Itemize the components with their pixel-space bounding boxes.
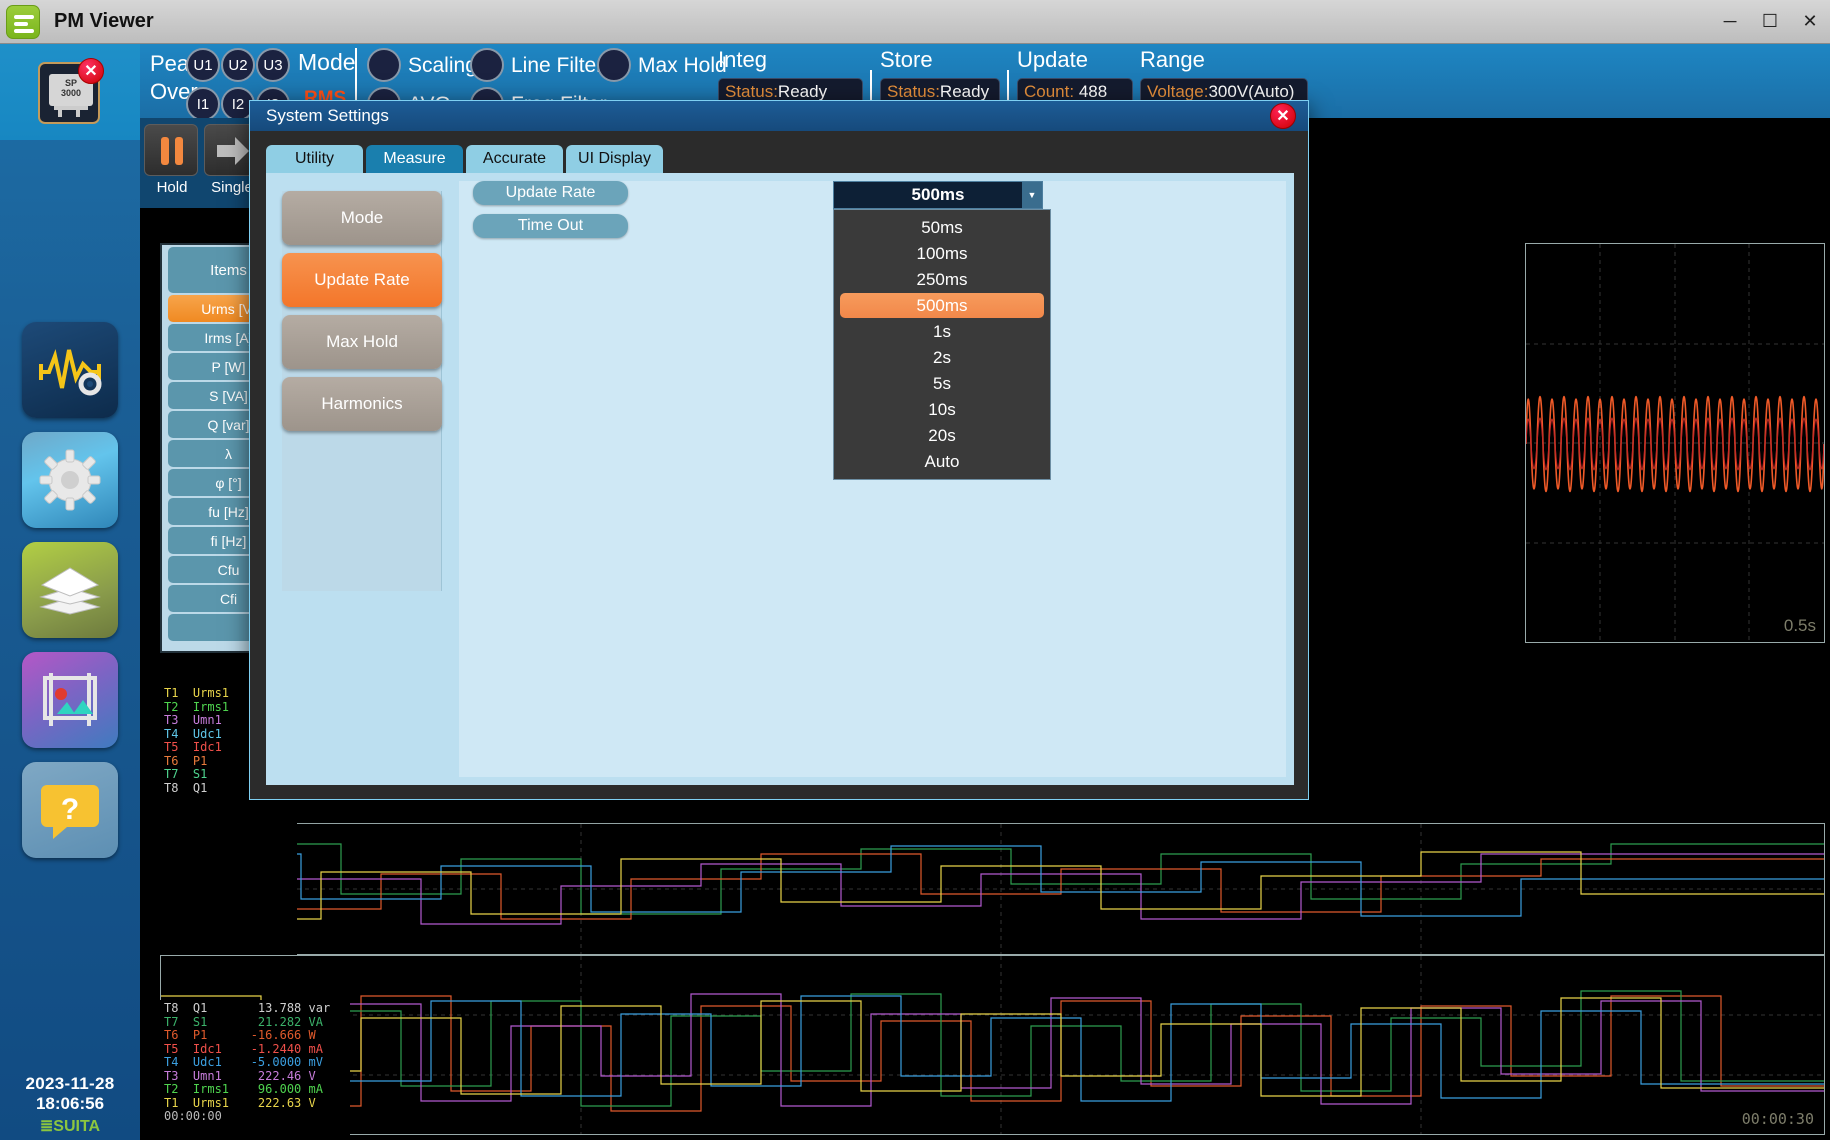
left-sidebar: SP3000 ✕ — [0, 44, 140, 1140]
dropdown-option[interactable]: 500ms — [840, 293, 1044, 318]
dropdown-option[interactable]: 10s — [840, 397, 1044, 422]
clock-time: 18:06:56 — [0, 1094, 140, 1114]
trace-readout-row: T5 Idc1 -1.2440 mA — [164, 1043, 350, 1057]
device-icon: SP3000 ✕ — [38, 62, 100, 124]
channel-chip-u2[interactable]: U2 — [221, 48, 255, 82]
group-title-range: Range — [1140, 47, 1205, 73]
dropdown-option[interactable]: 2s — [840, 345, 1044, 370]
maximize-button[interactable]: ☐ — [1750, 0, 1790, 44]
store-status-value: Ready — [940, 82, 989, 101]
mid-graph-time-label: 00:00:00 — [164, 1110, 350, 1124]
tab-measure[interactable]: Measure — [366, 145, 463, 173]
tab-ui-display[interactable]: UI Display — [566, 145, 663, 173]
device-tile[interactable]: SP3000 ✕ — [0, 44, 140, 140]
tab-accurate[interactable]: Accurate — [466, 145, 563, 173]
mode-title: Mode — [298, 49, 356, 76]
trend-graph-bottom[interactable]: 00:00:30 — [160, 955, 1825, 1135]
range-voltage-value: 300V(Auto) — [1208, 82, 1294, 101]
svg-text:?: ? — [61, 793, 79, 826]
help-icon[interactable]: ? — [22, 762, 118, 858]
gear-icon[interactable] — [22, 432, 118, 528]
dropdown-option[interactable]: 5s — [840, 371, 1044, 396]
chevron-down-icon[interactable]: ▼ — [1022, 182, 1042, 208]
right-graph-scale-label: 0.5s — [1784, 616, 1816, 636]
bottom-graph-time-label: 00:00:30 — [1742, 1110, 1814, 1128]
close-icon[interactable]: ✕ — [1270, 103, 1296, 129]
menu-item-max-hold[interactable]: Max Hold — [282, 315, 442, 369]
clock: 2023-11-28 18:06:56 ≣SUITA — [0, 1074, 140, 1136]
close-button[interactable]: ✕ — [1790, 0, 1830, 44]
device-name-line2: 3000 — [61, 88, 81, 98]
update-rate-dropdown-list[interactable]: 50ms100ms250ms500ms1s2s5s10s20sAuto — [833, 209, 1051, 480]
update-count-key: Count: — [1024, 82, 1074, 101]
dropdown-option[interactable]: 1s — [840, 319, 1044, 344]
update-rate-combobox-value: 500ms — [912, 185, 965, 205]
dialog-menu-column: Mode Update Rate Max Hold Harmonics — [282, 191, 442, 591]
trace-readout-row: T4 Udc1 -5.0000 mV — [164, 1056, 350, 1070]
group-title-integ: Integ — [718, 47, 767, 73]
menu-item-mode[interactable]: Mode — [282, 191, 442, 245]
range-voltage-key: Voltage: — [1147, 82, 1208, 101]
store-status-key: Status: — [887, 82, 940, 101]
tab-utility[interactable]: Utility — [266, 145, 363, 173]
channel-chip-i1[interactable]: I1 — [186, 87, 220, 121]
dialog-titlebar: System Settings ✕ — [250, 101, 1308, 131]
menu-item-update-rate[interactable]: Update Rate — [282, 253, 442, 307]
dialog-tabs: Utility Measure Accurate UI Display — [266, 145, 663, 173]
trace-readout-row: T6 P1 -16.666 W — [164, 1029, 350, 1043]
waveform-settings-icon[interactable] — [22, 322, 118, 418]
pane-button-update-rate[interactable]: Update Rate — [473, 181, 628, 205]
trace-readout-row: T3 Umn1 222.46 V — [164, 1070, 350, 1084]
update-rate-combobox[interactable]: 500ms ▼ — [833, 181, 1043, 209]
toggle-max-hold-radio[interactable] — [597, 48, 631, 82]
minimize-button[interactable]: ─ — [1710, 0, 1750, 44]
layers-icon[interactable] — [22, 542, 118, 638]
toggle-scaling-radio[interactable] — [367, 48, 401, 82]
dropdown-option[interactable]: 100ms — [840, 241, 1044, 266]
pane-button-time-out[interactable]: Time Out — [473, 214, 628, 238]
image-icon[interactable] — [22, 652, 118, 748]
dropdown-option[interactable]: 250ms — [840, 267, 1044, 292]
trace-readout-row: T8 Q1 13.788 var — [164, 1002, 350, 1016]
trace-readout-row: T7 S1 21.282 VA — [164, 1016, 350, 1030]
brand-logo: ≣SUITA — [0, 1116, 140, 1136]
integ-status-value: Ready — [778, 82, 827, 101]
group-title-update: Update — [1017, 47, 1088, 73]
waveform-graph-right[interactable]: 0.5s — [1525, 243, 1825, 643]
device-name-line1: SP — [65, 78, 77, 88]
menu-item-harmonics[interactable]: Harmonics — [282, 377, 442, 431]
group-title-store: Store — [880, 47, 933, 73]
trace-readout-bottom-panel: T8 Q1 13.788 varT7 S1 21.282 VAT6 P1 -16… — [160, 1000, 350, 1140]
window-controls: ─ ☐ ✕ — [1710, 0, 1830, 44]
toggle-max-hold-label: Max Hold — [638, 54, 727, 78]
dialog-content-pane: Update Rate Time Out 500ms ▼ 50ms100ms25… — [459, 181, 1286, 777]
dropdown-option[interactable]: Auto — [840, 449, 1044, 474]
system-settings-dialog: System Settings ✕ Utility Measure Accura… — [249, 100, 1309, 800]
toggle-line-filter-label: Line Filter — [511, 54, 603, 78]
hold-label: Hold — [139, 179, 205, 196]
channel-chip-u3[interactable]: U3 — [256, 48, 290, 82]
app-logo-icon — [6, 5, 40, 39]
trend-graph-mid[interactable] — [160, 823, 1825, 955]
dialog-title: System Settings — [266, 106, 389, 125]
integ-status-key: Status: — [725, 82, 778, 101]
dialog-body: Mode Update Rate Max Hold Harmonics Upda… — [266, 173, 1294, 785]
trace-readout-row: T2 Irms1 96.000 mA — [164, 1083, 350, 1097]
dropdown-option[interactable]: 20s — [840, 423, 1044, 448]
clock-date: 2023-11-28 — [0, 1074, 140, 1094]
toggle-line-filter-radio[interactable] — [470, 48, 504, 82]
pause-icon — [145, 125, 199, 177]
hold-button[interactable]: Hold — [144, 124, 198, 176]
window-title: PM Viewer — [54, 10, 154, 33]
brand-text: SUITA — [53, 1118, 100, 1135]
channel-chip-u1[interactable]: U1 — [186, 48, 220, 82]
dropdown-option[interactable]: 50ms — [840, 215, 1044, 240]
toggle-scaling-label: Scaling — [408, 54, 477, 78]
error-x-icon: ✕ — [78, 58, 104, 84]
trace-readout-row: T1 Urms1 222.63 V — [164, 1097, 350, 1111]
window-titlebar: PM Viewer ─ ☐ ✕ — [0, 0, 1830, 44]
update-count-value: 488 — [1079, 82, 1107, 101]
